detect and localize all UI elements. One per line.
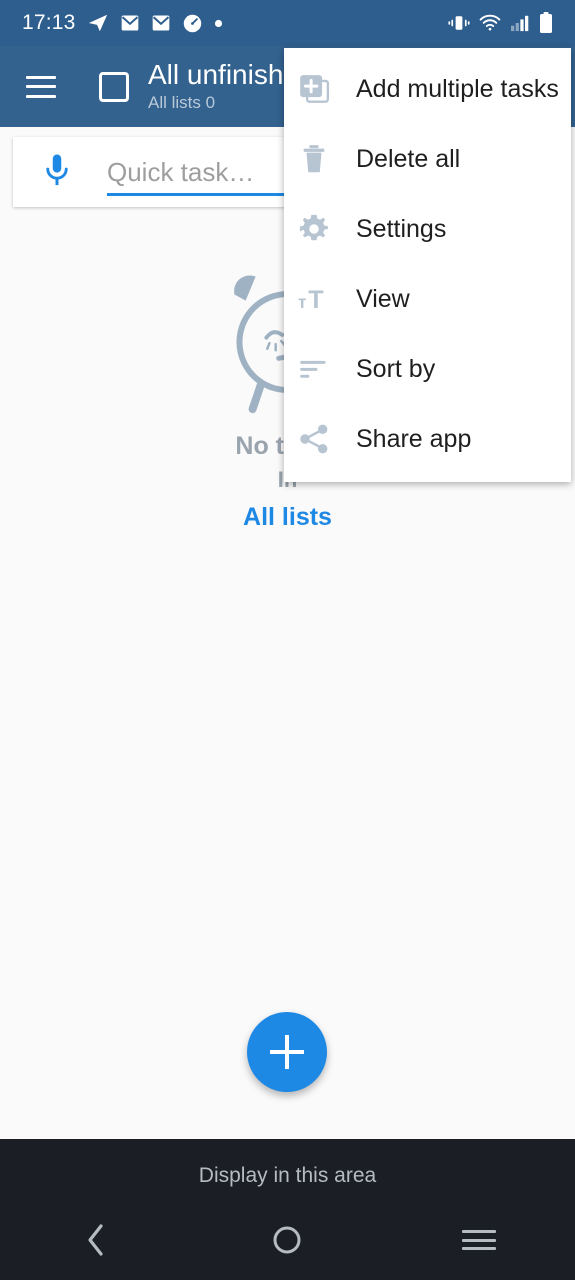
dot-icon — [214, 19, 222, 27]
status-bar: 17:13 — [0, 0, 575, 46]
share-icon — [297, 422, 331, 456]
quick-task-placeholder: Quick task… — [107, 157, 255, 187]
menu-item-label: Sort by — [356, 354, 436, 383]
menu-item-sort-by[interactable]: Sort by — [284, 334, 571, 404]
recents-icon — [462, 1230, 497, 1250]
menu-item-label: Add multiple tasks — [356, 74, 559, 103]
hamburger-menu-icon[interactable] — [26, 75, 56, 98]
menu-item-settings[interactable]: Settings — [284, 194, 571, 264]
status-bar-right — [448, 12, 553, 34]
home-circle-icon — [273, 1226, 301, 1254]
mail-icon — [152, 15, 169, 31]
battery-icon — [540, 12, 552, 33]
unchecked-checkbox-icon[interactable] — [99, 71, 129, 102]
android-nav-bar — [0, 1200, 575, 1280]
overflow-menu: Add multiple tasks Delete all Settings т… — [284, 48, 571, 482]
nav-back-button[interactable] — [51, 1210, 141, 1270]
vibrate-icon — [448, 16, 470, 30]
nav-recents-button[interactable] — [434, 1210, 524, 1270]
sort-icon — [297, 352, 331, 386]
trash-icon — [297, 142, 331, 176]
menu-item-label: Share app — [356, 424, 472, 453]
status-bar-left: 17:13 — [22, 11, 223, 35]
microphone-icon[interactable] — [34, 149, 80, 195]
telegram-icon — [88, 14, 107, 32]
menu-item-view[interactable]: т T View — [284, 264, 571, 334]
status-time: 17:13 — [22, 11, 76, 34]
library-add-icon — [297, 72, 331, 106]
menu-item-label: Settings — [356, 214, 447, 243]
nav-home-button[interactable] — [242, 1210, 332, 1270]
menu-item-add-multiple-tasks[interactable]: Add multiple tasks — [284, 54, 571, 124]
svg-text:T: T — [308, 286, 324, 313]
gear-icon — [297, 212, 331, 246]
clock-speed-icon — [183, 14, 201, 32]
menu-item-delete-all[interactable]: Delete all — [284, 124, 571, 194]
add-task-fab[interactable] — [247, 1012, 327, 1092]
empty-state-list-link[interactable]: All lists — [243, 500, 332, 534]
menu-item-label: Delete all — [356, 144, 461, 173]
svg-text:т: т — [298, 292, 306, 312]
phone-screen: 17:13 All unfinished All lists 0 Quick t… — [0, 0, 575, 1280]
format-size-icon: т T — [297, 282, 331, 316]
back-chevron-icon — [88, 1224, 103, 1256]
bottom-dark-area: Display in this area — [0, 1139, 575, 1280]
signal-icon — [511, 15, 529, 32]
menu-item-share-app[interactable]: Share app — [284, 404, 571, 474]
mail-icon — [121, 15, 138, 31]
plus-icon-vertical — [285, 1035, 289, 1069]
display-area-label: Display in this area — [198, 1164, 377, 1187]
wifi-icon — [479, 14, 501, 31]
menu-item-label: View — [356, 284, 410, 313]
